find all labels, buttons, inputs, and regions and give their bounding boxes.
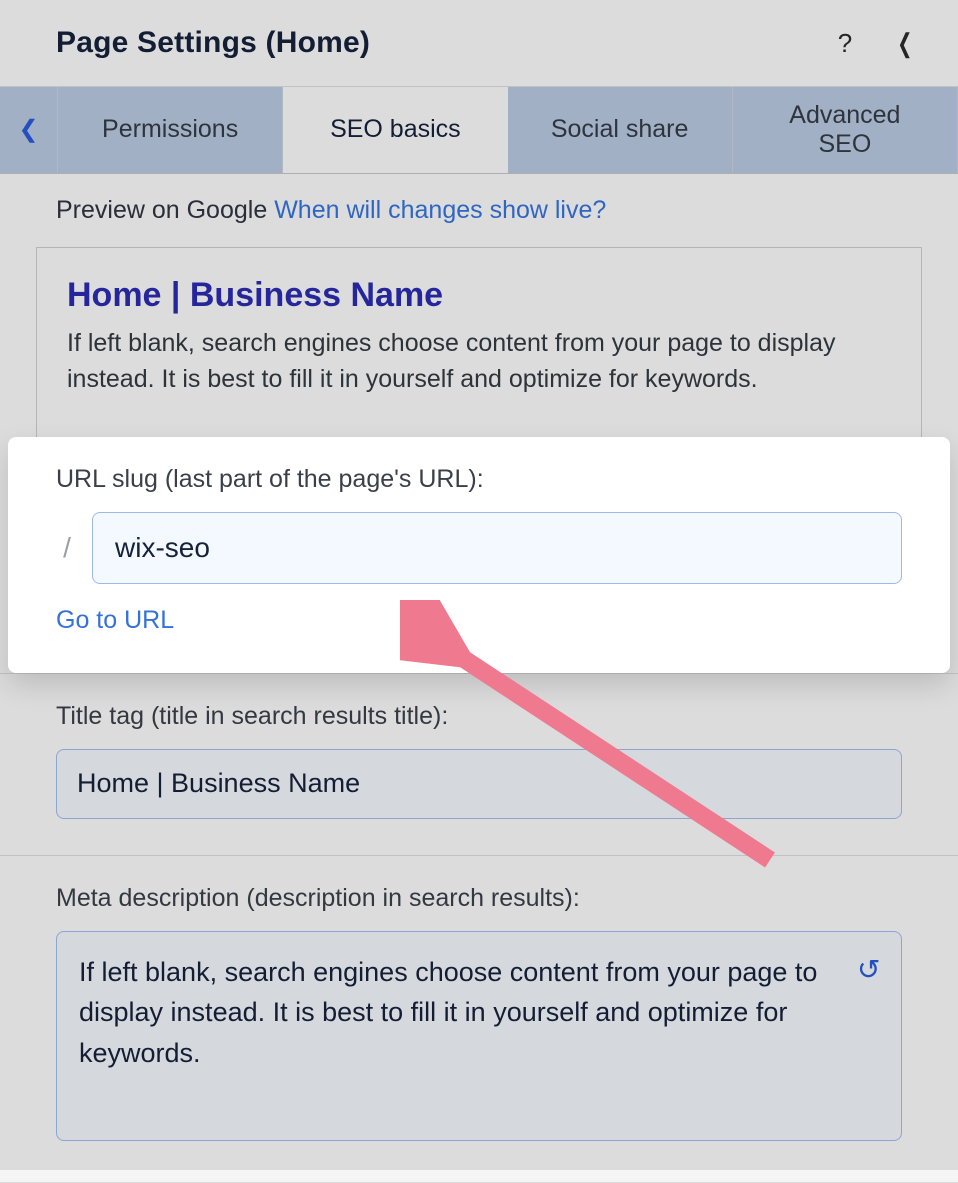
- google-preview-title: Home | Business Name: [67, 276, 891, 315]
- help-icon[interactable]: ?: [838, 28, 852, 59]
- title-tag-input[interactable]: [56, 749, 902, 819]
- title-tag-label: Title tag (title in search results title…: [56, 702, 902, 731]
- google-preview-box: Home | Business Name If left blank, sear…: [36, 247, 922, 437]
- meta-description-label: Meta description (description in search …: [56, 884, 902, 913]
- preview-help-link[interactable]: When will changes show live?: [274, 196, 606, 224]
- go-to-url-link[interactable]: Go to URL: [56, 606, 174, 635]
- tab-bar: ❮ Permissions SEO basics Social share Ad…: [0, 87, 958, 174]
- google-preview-description: If left blank, search engines choose con…: [67, 325, 891, 398]
- url-slug-label: URL slug (last part of the page's URL):: [56, 465, 902, 494]
- meta-description-input[interactable]: [56, 931, 902, 1141]
- tab-advanced-seo[interactable]: AdvancedSEO: [733, 87, 958, 173]
- url-slug-prefix: /: [56, 532, 78, 564]
- close-chevron-icon[interactable]: ❮: [897, 28, 912, 59]
- tab-seo-basics[interactable]: SEO basics: [283, 87, 507, 173]
- page-title: Page Settings (Home): [56, 26, 370, 60]
- tab-permissions[interactable]: Permissions: [58, 87, 283, 173]
- header-actions: ? ❮: [838, 28, 916, 59]
- reset-icon[interactable]: ↻: [857, 953, 880, 986]
- preview-label: Preview on Google: [56, 196, 267, 224]
- tab-social-share[interactable]: Social share: [508, 87, 733, 173]
- url-slug-section: URL slug (last part of the page's URL): …: [8, 437, 950, 673]
- dialog-header: Page Settings (Home) ? ❮: [0, 0, 958, 87]
- back-icon[interactable]: ❮: [0, 87, 58, 173]
- tab-content: Preview on Google When will changes show…: [0, 174, 958, 1183]
- title-tag-section: Title tag (title in search results title…: [0, 673, 958, 856]
- url-slug-input[interactable]: [92, 512, 902, 584]
- preview-on-google-row: Preview on Google When will changes show…: [0, 174, 958, 235]
- meta-description-section: Meta description (description in search …: [0, 856, 958, 1183]
